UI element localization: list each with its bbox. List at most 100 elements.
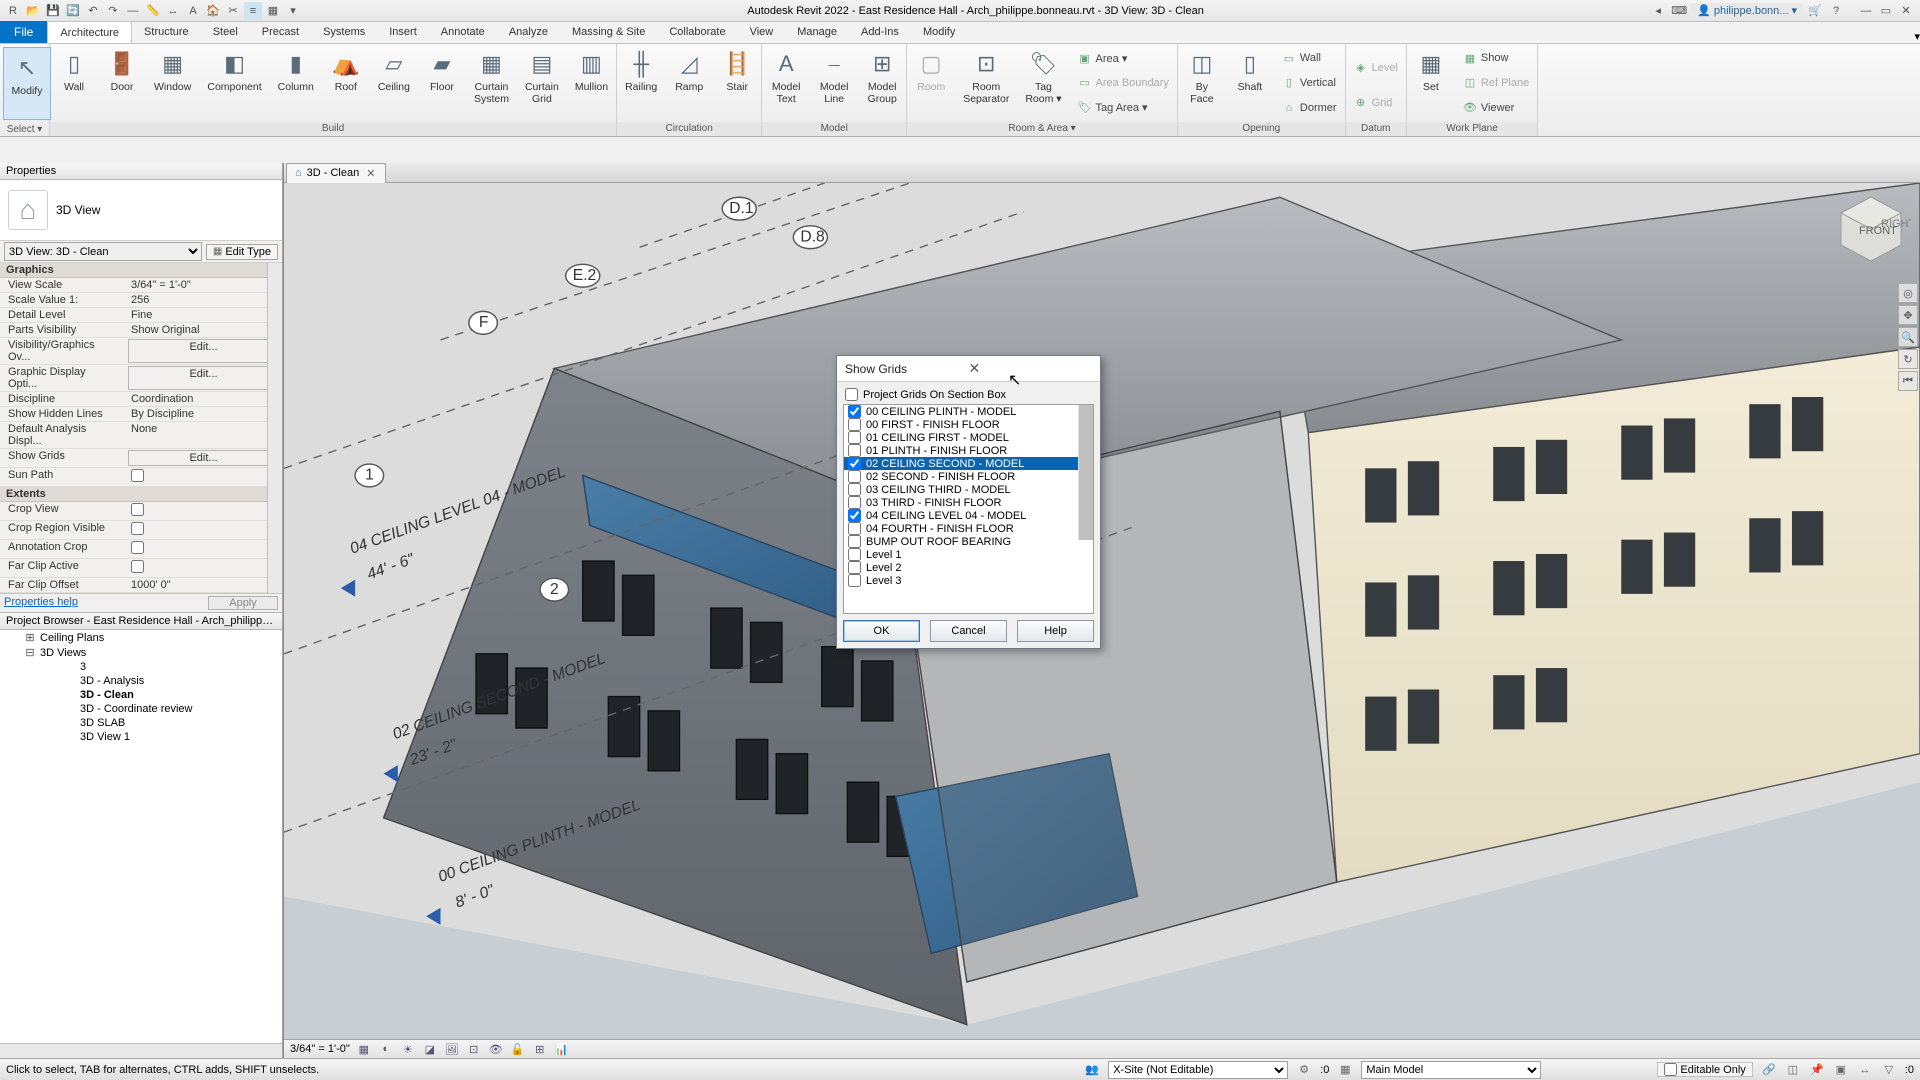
grid-item-checkbox[interactable] [848, 405, 861, 418]
zoom-icon[interactable]: 🔍 [1898, 327, 1918, 347]
pb-item-3d-slab[interactable]: 3D SLAB [0, 716, 282, 730]
grid-item[interactable]: 03 THIRD - FINISH FLOOR [844, 496, 1093, 509]
area-button[interactable]: ▣Area ▾ [1076, 50, 1171, 66]
tab-massing-site[interactable]: Massing & Site [560, 21, 657, 43]
grid-item-checkbox[interactable] [848, 483, 861, 496]
row-vg-overrides[interactable]: Visibility/Graphics Ov...Edit... [0, 338, 282, 365]
railing-button[interactable]: ╫Railing [617, 44, 665, 122]
window-button[interactable]: ▦Window [146, 44, 199, 122]
analytical-icon[interactable]: 📊 [554, 1041, 570, 1057]
grid-item-checkbox[interactable] [848, 509, 861, 522]
grid-item-checkbox[interactable] [848, 418, 861, 431]
sync-icon[interactable]: 🔄 [64, 2, 82, 20]
select-pinned-icon[interactable]: 📌 [1809, 1062, 1825, 1078]
grid-item[interactable]: Level 1 [844, 548, 1093, 561]
tab-add-ins[interactable]: Add-Ins [849, 21, 911, 43]
cancel-button[interactable]: Cancel [930, 620, 1007, 642]
crop-icon[interactable]: ⊡ [466, 1041, 482, 1057]
extents-category[interactable]: Extents [0, 487, 282, 502]
tab-structure[interactable]: Structure [132, 21, 201, 43]
tab-view[interactable]: View [738, 21, 786, 43]
view-cube[interactable]: FRONTRIGHT [1831, 189, 1911, 269]
workset-icon[interactable]: 👥 [1084, 1062, 1100, 1078]
grid-item[interactable]: 00 CEILING PLINTH - MODEL [844, 405, 1093, 418]
close-tab-icon[interactable]: ✕ [364, 167, 377, 180]
grid-item-checkbox[interactable] [848, 574, 861, 587]
tab-steel[interactable]: Steel [201, 21, 250, 43]
dormer-button[interactable]: ⌂Dormer [1280, 100, 1339, 116]
keyboard-icon[interactable]: ⌨ [1670, 2, 1688, 20]
tab-annotate[interactable]: Annotate [429, 21, 497, 43]
thin-lines-icon[interactable]: ≡ [244, 2, 262, 20]
tag-room-button[interactable]: 🏷Tag Room ▾ [1017, 44, 1069, 122]
project-browser[interactable]: ⊞Ceiling Plans⊟3D Views33D - Analysis3D … [0, 630, 282, 1043]
editable-only-toggle[interactable]: Editable Only [1657, 1062, 1752, 1077]
ramp-button[interactable]: ◿Ramp [665, 44, 713, 122]
grid-item[interactable]: 02 CEILING SECOND - MODEL [844, 457, 1093, 470]
restore-button[interactable]: ▭ [1876, 2, 1896, 20]
instance-selector[interactable]: 3D View: 3D - Clean [4, 242, 202, 261]
view-scale-label[interactable]: 3/64" = 1'-0" [290, 1043, 350, 1055]
canvas[interactable]: 04 CEILING LEVEL 04 - MODEL 44' - 6" 02 … [284, 183, 1920, 1039]
project-grids-checkbox[interactable] [845, 388, 858, 401]
row-graphic-display[interactable]: Graphic Display Opti...Edit... [0, 365, 282, 392]
drag-icon[interactable]: ↔ [1857, 1062, 1873, 1078]
stair-button[interactable]: 🪜Stair [713, 44, 761, 122]
pb-item-3d-clean[interactable]: 3D - Clean [0, 688, 282, 702]
grid-item[interactable]: 00 FIRST - FINISH FLOOR [844, 418, 1093, 431]
row-discipline[interactable]: DisciplineCoordination [0, 392, 282, 407]
editable-only-checkbox[interactable] [1664, 1063, 1677, 1076]
properties-scrollbar[interactable] [267, 263, 282, 593]
tab-precast[interactable]: Precast [250, 21, 311, 43]
sun-path-checkbox[interactable] [131, 469, 144, 482]
3d-icon[interactable]: 🏠 [204, 2, 222, 20]
grid-item[interactable]: 02 SECOND - FINISH FLOOR [844, 470, 1093, 483]
pan-icon[interactable]: ✥ [1898, 305, 1918, 325]
modify-button[interactable]: ↖ Modify [3, 47, 51, 120]
help-icon[interactable]: ? [1827, 2, 1845, 20]
vertical-button[interactable]: ▯Vertical [1280, 75, 1339, 91]
properties-help-link[interactable]: Properties help [4, 596, 202, 610]
dialog-titlebar[interactable]: Show Grids ✕ [837, 356, 1100, 382]
tag-area-button[interactable]: 🏷Tag Area ▾ [1076, 100, 1171, 116]
row-show-grids[interactable]: Show GridsEdit... [0, 449, 282, 468]
model-line-button[interactable]: ⎯Model Line [810, 44, 858, 122]
grid-item-checkbox[interactable] [848, 561, 861, 574]
file-tab[interactable]: File [0, 21, 47, 43]
room-separator-button[interactable]: ⊡Room Separator [955, 44, 1017, 122]
grid-item-checkbox[interactable] [848, 444, 861, 457]
temporary-icon[interactable]: ⊞ [532, 1041, 548, 1057]
cart-icon[interactable]: 🛒 [1806, 2, 1824, 20]
pb-item-3d-coordinate-review[interactable]: 3D - Coordinate review [0, 702, 282, 716]
row-view-scale[interactable]: View Scale3/64" = 1'-0" [0, 278, 282, 293]
reveal-icon[interactable]: 🔓 [510, 1041, 526, 1057]
pb-item-3d-analysis[interactable]: 3D - Analysis [0, 674, 282, 688]
curtain-system-button[interactable]: ▦Curtain System [466, 44, 517, 122]
select-underlay-icon[interactable]: ◫ [1785, 1062, 1801, 1078]
pb-scrollbar-h[interactable] [0, 1043, 282, 1058]
filter-icon[interactable]: ▽ [1881, 1062, 1897, 1078]
view-tab-3d-clean[interactable]: ⌂ 3D - Clean ✕ [286, 163, 386, 183]
wall-opening-button[interactable]: ▭Wall [1280, 50, 1339, 66]
show-button[interactable]: ▦Show [1461, 50, 1531, 66]
floor-button[interactable]: ▰Floor [418, 44, 466, 122]
tab-insert[interactable]: Insert [377, 21, 429, 43]
tab-architecture[interactable]: Architecture [47, 21, 132, 43]
close-hidden-icon[interactable]: ▦ [264, 2, 282, 20]
by-face-button[interactable]: ◫By Face [1178, 44, 1226, 122]
grid-item[interactable]: 03 CEILING THIRD - MODEL [844, 483, 1093, 496]
grid-list[interactable]: 00 CEILING PLINTH - MODEL00 FIRST - FINI… [843, 404, 1094, 614]
row-parts-visibility[interactable]: Parts VisibilityShow Original [0, 323, 282, 338]
row-hidden-lines[interactable]: Show Hidden LinesBy Discipline [0, 407, 282, 422]
dialog-scrollbar[interactable] [1078, 405, 1093, 540]
print-icon[interactable]: — [124, 2, 142, 20]
ceiling-button[interactable]: ▱Ceiling [370, 44, 418, 122]
apply-button[interactable]: Apply [208, 596, 278, 610]
graphics-category[interactable]: Graphics [0, 263, 282, 278]
tab-modify[interactable]: Modify [911, 21, 967, 43]
switch-windows-icon[interactable]: ▾ [284, 2, 302, 20]
shadows-icon[interactable]: ◪ [422, 1041, 438, 1057]
grid-item[interactable]: BUMP OUT ROOF BEARING [844, 535, 1093, 548]
rewind-icon[interactable]: ⏮ [1898, 371, 1918, 391]
row-annotation-crop[interactable]: Annotation Crop [0, 540, 282, 559]
